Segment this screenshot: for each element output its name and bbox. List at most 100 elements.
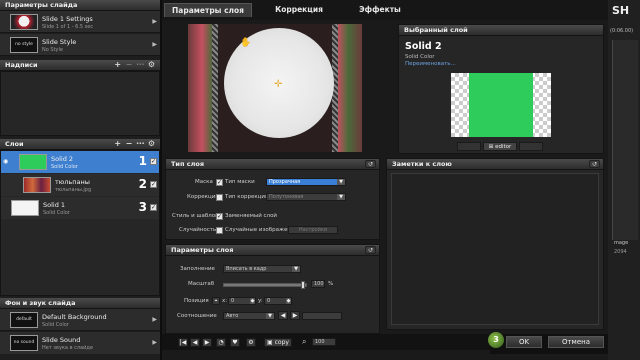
position-center-icon[interactable]: ⌖	[212, 297, 220, 305]
pos-x-input[interactable]: 0 ◆	[228, 297, 256, 305]
fill-select[interactable]: Вписать в кадр ▼	[223, 265, 301, 273]
reset-icon[interactable]: ↺	[589, 160, 600, 168]
prev-frame-button[interactable]: ◀	[190, 338, 200, 347]
tab-correction[interactable]: Коррекция	[258, 3, 340, 17]
layer-row[interactable]: ◉ Solid 2 Solid Color 1 ✓	[1, 151, 159, 173]
green-solid-preview	[469, 73, 533, 137]
ok-button[interactable]: OK	[506, 336, 542, 348]
rename-link[interactable]: Переименовать...	[405, 61, 456, 67]
pos-y-input[interactable]: 0 ◆	[264, 297, 292, 305]
add-caption-button[interactable]: +	[113, 60, 122, 69]
mask-label: Маска	[195, 179, 213, 185]
bg-sound-header: Фон и звук слайда	[0, 298, 160, 309]
random-settings-button[interactable]: Настройки	[288, 226, 338, 234]
expand-arrow-icon[interactable]: ▶	[152, 18, 157, 25]
expand-arrow-icon[interactable]: ▶	[152, 339, 157, 346]
preview-area[interactable]: ✛ ✋	[188, 24, 362, 152]
scale-unit: %	[328, 281, 334, 287]
remove-caption-button[interactable]: −	[124, 60, 133, 69]
remove-layer-button[interactable]: −	[124, 139, 133, 148]
editor-button[interactable]: ⊞ editor	[483, 142, 517, 151]
background-app-edge: SH (0:06.00) mage 2094	[608, 0, 640, 360]
thumb-prev-button[interactable]	[457, 142, 481, 151]
ratio-label: Соотношение	[177, 313, 217, 319]
zoom-input[interactable]: 100	[312, 338, 336, 346]
position-label: Позиция	[184, 298, 209, 304]
scale-input[interactable]: 100	[311, 280, 325, 288]
background-title: Default Background	[42, 313, 107, 321]
layer-title: Solid 2	[51, 155, 74, 163]
captions-list[interactable]	[0, 71, 160, 136]
slide-settings-sub: Slide 1 of 1 - 6.5 sec	[42, 24, 94, 30]
fill-label: Заполнение	[180, 266, 215, 272]
slide-sound-item[interactable]: no sound Slide Sound Нет звука в слайде …	[0, 332, 160, 354]
layer-params-panel: Параметры слоя ↺ Заполнение Вписать в ка…	[165, 244, 380, 334]
heart-icon[interactable]: ♥	[230, 338, 240, 347]
chevron-down-icon: ▼	[337, 179, 345, 185]
expand-arrow-icon[interactable]: ▶	[152, 316, 157, 323]
play-button[interactable]: ▶	[202, 338, 212, 347]
cancel-button[interactable]: Отмена	[548, 336, 604, 348]
tab-effects[interactable]: Эффекты	[340, 3, 420, 17]
background-thumbnail: default	[10, 312, 38, 328]
gear-icon[interactable]: ⚙	[246, 338, 256, 347]
layer-visible-checkbox[interactable]: ✓	[150, 158, 157, 165]
tab-layer-params[interactable]: Параметры слоя	[164, 3, 252, 17]
layer-number: 3	[138, 200, 147, 214]
add-layer-button[interactable]: +	[113, 139, 122, 148]
background-app-letters: SH	[612, 4, 630, 17]
layer-thumbnail	[19, 154, 47, 170]
replaceable-layer-checkbox[interactable]: ✓	[216, 213, 223, 220]
notes-textarea[interactable]	[391, 173, 599, 325]
mask-type-label: Тип маски	[225, 179, 255, 185]
more-icon[interactable]: ⋯	[136, 60, 145, 69]
layer-thumbnail	[23, 177, 51, 193]
slide-settings-item[interactable]: Slide 1 Settings Slide 1 of 1 - 6.5 sec …	[0, 11, 160, 33]
captions-title: Надписи	[5, 61, 38, 69]
reset-icon[interactable]: ↺	[365, 246, 376, 254]
layers-list: ◉ Solid 2 Solid Color 1 ✓ тюльпаны тюльп…	[0, 150, 160, 296]
sound-sub: Нет звука в слайде	[42, 345, 93, 351]
random-images-checkbox[interactable]	[216, 227, 223, 234]
scale-label: Масштаб	[188, 281, 215, 287]
zoom-icon[interactable]: ⌕	[302, 337, 306, 347]
mask-type-select[interactable]: Прозрачная ▼	[266, 178, 346, 186]
layer-row[interactable]: Solid 1 Solid Color 3 ✓	[1, 197, 159, 219]
slide-style-item[interactable]: no style Slide Style No Style ▶	[0, 34, 160, 56]
mask-checkbox[interactable]: ✓	[216, 179, 223, 186]
expand-arrow-icon[interactable]: ▶	[152, 41, 157, 48]
layer-visible-checkbox[interactable]: ✓	[150, 181, 157, 188]
correction-type-select[interactable]: Полутоновая ▼	[266, 193, 346, 201]
scale-slider-thumb[interactable]	[301, 281, 305, 289]
layer-type-panel: Тип слоя ↺ Маска ✓ Тип маски Прозрачная …	[165, 158, 380, 240]
copy-button[interactable]: ▣ copy	[264, 338, 292, 347]
correction-type-value: Полутоновая	[269, 194, 304, 200]
ratio-value-input[interactable]	[302, 312, 342, 320]
ratio-next-button[interactable]: ▶	[290, 311, 300, 320]
gear-icon[interactable]: ⚙	[147, 139, 156, 148]
stepper-icon: ◆	[286, 298, 291, 304]
background-app-strip	[612, 40, 638, 240]
default-background-item[interactable]: default Default Background Solid Color ▶	[0, 309, 160, 331]
app-logo-icon: 3	[488, 332, 504, 348]
sound-thumbnail: no sound	[10, 335, 38, 351]
editor-label: editor	[495, 144, 512, 150]
eye-icon[interactable]: ◉	[3, 158, 8, 165]
reset-icon[interactable]: ↺	[365, 160, 376, 168]
correction-checkbox[interactable]	[216, 194, 223, 201]
timer-icon[interactable]: ◔	[216, 338, 226, 347]
thumb-next-button[interactable]	[519, 142, 543, 151]
ratio-prev-button[interactable]: ◀	[278, 311, 288, 320]
gear-icon[interactable]: ⚙	[147, 60, 156, 69]
layers-header: Слои + − ⋯ ⚙	[0, 139, 160, 150]
layer-visible-checkbox[interactable]: ✓	[150, 204, 157, 211]
center-crosshair-icon[interactable]: ✛	[274, 80, 282, 90]
ratio-select[interactable]: Авто ▼	[223, 312, 275, 320]
no-style-thumbnail: no style	[10, 37, 38, 53]
first-frame-button[interactable]: |◀	[178, 338, 188, 347]
pos-x-label: x:	[222, 298, 228, 304]
randomness-label: Случайность	[179, 227, 217, 233]
layer-row[interactable]: тюльпаны тюльпаны.jpg 2 ✓	[1, 174, 159, 196]
more-icon[interactable]: ⋯	[136, 139, 145, 148]
scale-slider[interactable]	[223, 283, 307, 287]
